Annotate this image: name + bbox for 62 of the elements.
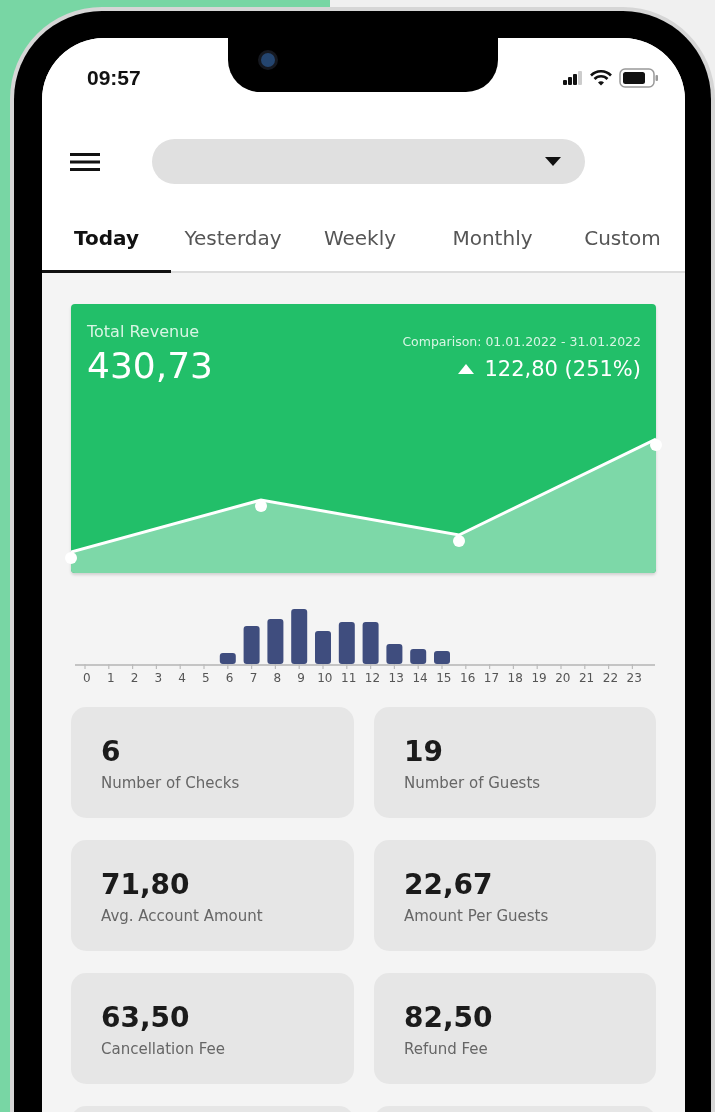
wifi-icon <box>590 70 612 86</box>
hour-label: 5 <box>201 671 211 685</box>
stat-label: Number of Checks <box>101 774 241 792</box>
stat-label: Avg. Account Amount <box>101 907 264 925</box>
hour-label: 16 <box>459 671 477 685</box>
hour-label: 3 <box>153 671 164 685</box>
stat-label: Amount Per Guests <box>404 907 550 925</box>
menu-icon[interactable] <box>70 151 100 172</box>
hour-bar <box>315 631 331 664</box>
hour-bar <box>386 644 403 664</box>
hour-label: 2 <box>129 671 140 685</box>
hour-label: 19 <box>530 671 548 685</box>
hour-label: 13 <box>387 671 405 685</box>
stat-label: Cancellation Fee <box>101 1040 226 1058</box>
hour-label: 8 <box>272 671 283 685</box>
hour-bar <box>219 653 236 664</box>
hour-label: 17 <box>482 671 501 685</box>
hour-label: 4 <box>177 671 187 685</box>
battery-icon <box>619 68 659 88</box>
revenue-value: 430,73 <box>87 345 213 386</box>
hour-label: 10 <box>316 671 334 685</box>
period-tab[interactable]: Weekly <box>295 205 425 273</box>
comparison-range: Comparison: 01.01.2022 - 31.01.2022 <box>402 334 641 349</box>
camera-icon <box>258 50 278 70</box>
status-time: 09:57 <box>87 66 141 90</box>
hour-label: 7 <box>248 671 259 685</box>
hour-label: 11 <box>340 671 358 685</box>
stat-label: Refund Fee <box>404 1040 489 1058</box>
revenue-title: Total Revenue <box>87 322 201 341</box>
hour-label: 18 <box>506 671 524 685</box>
hour-label: 6 <box>224 671 235 685</box>
period-tab[interactable]: Yesterday <box>171 205 295 273</box>
hour-label: 14 <box>411 671 429 685</box>
hour-bar <box>362 622 379 664</box>
hour-bar <box>338 622 355 664</box>
revenue-change: 122,80 (251%) <box>484 357 641 381</box>
stat-value: 82,50 <box>404 1001 494 1034</box>
period-tab[interactable]: Custom <box>560 205 685 273</box>
stat-label: Number of Guests <box>404 774 542 792</box>
hour-label: 22 <box>601 671 620 685</box>
hour-label: 0 <box>82 671 92 685</box>
caret-icon <box>545 157 561 166</box>
hour-bar <box>410 649 427 664</box>
hour-label: 15 <box>435 671 453 685</box>
stat-value: 19 <box>404 735 444 768</box>
stat-value: 63,50 <box>101 1001 191 1034</box>
hour-bar <box>267 619 284 664</box>
hour-bar <box>291 609 308 664</box>
hour-label: 20 <box>554 671 572 685</box>
hour-bar <box>434 651 450 664</box>
hour-label: 12 <box>363 671 382 685</box>
hour-bar <box>243 626 260 664</box>
hour-label: 9 <box>296 671 306 685</box>
period-tab[interactable]: Today <box>42 205 171 273</box>
hour-label: 21 <box>578 671 596 685</box>
hour-label: 1 <box>105 671 116 685</box>
stat-value: 71,80 <box>101 868 191 901</box>
period-tab[interactable]: Monthly <box>425 205 560 273</box>
signal-icon <box>563 71 583 85</box>
hour-label: 23 <box>625 671 643 685</box>
stat-value: 6 <box>101 735 122 768</box>
stat-value: 22,67 <box>404 868 494 901</box>
